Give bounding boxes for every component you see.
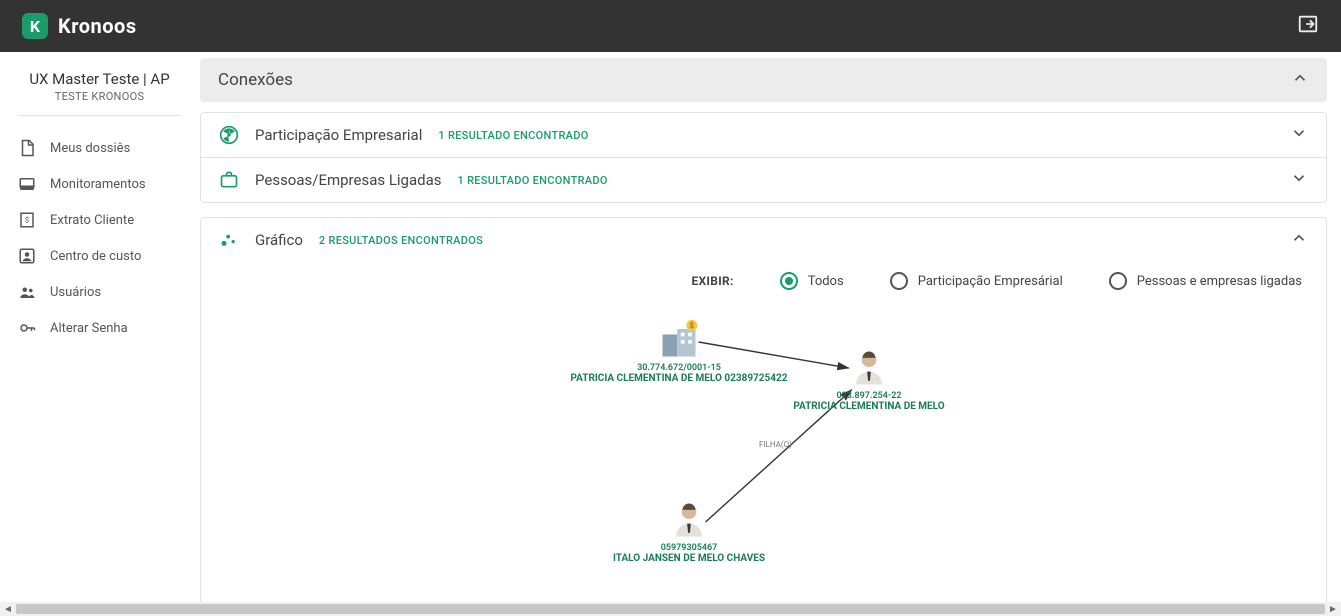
sidebar-item-0[interactable]: Meus dossiês [18,130,181,166]
graph-node-company[interactable]: $ 30.774.672/0001-15 PATRICIA CLEMENTINA… [559,318,799,384]
filter-radio-1[interactable]: Participação Empresárial [890,272,1063,290]
chevron-up-icon [1291,69,1309,91]
panel-header[interactable]: Conexões [200,58,1327,102]
sidebar-item-3[interactable]: Centro de custo [18,238,181,274]
account-icon [18,247,36,265]
horizontal-scrollbar[interactable]: ◄ ► [0,602,1341,616]
card-grafico-header[interactable]: Gráfico 2 RESULTADOS ENCONTRADOS [201,218,1326,262]
users-icon [18,283,36,301]
brand-logo-icon: K [22,13,48,39]
svg-text:$: $ [690,321,694,330]
node-id: 023.897.254-22 [779,392,959,401]
sidebar-item-label: Alterar Senha [50,321,128,336]
receipt-icon: $ [18,211,36,229]
node-name: ITALO JANSEN DE MELO CHAVES [599,553,779,564]
sidebar-item-4[interactable]: Usuários [18,274,181,310]
card-title: Participação Empresarial [255,126,422,144]
person-icon [667,498,711,542]
workspace-subtitle: TESTE KRONOOS [18,90,181,103]
person-icon [847,346,891,390]
node-name: PATRICIA CLEMENTINA DE MELO [779,401,959,412]
radio-icon [780,272,798,290]
file-icon [18,139,36,157]
scrollbar-thumb[interactable] [16,604,1325,614]
radio-icon [890,272,908,290]
sidebar-item-label: Extrato Cliente [50,213,134,228]
graph-node-person-primary[interactable]: 023.897.254-22 PATRICIA CLEMENTINA DE ME… [779,346,959,412]
edge-label: FILHA(O) [759,440,792,449]
svg-text:$: $ [25,215,29,224]
panel-title: Conexões [218,70,293,90]
card-subtitle: 1 RESULTADO ENCONTRADO [438,129,588,142]
node-name: PATRICIA CLEMENTINA DE MELO 02389725422 [559,373,799,384]
sidebar: UX Master Teste | AP TESTE KRONOOS Meus … [0,52,192,602]
card-subtitle: 1 RESULTADO ENCONTRADO [457,174,607,187]
scatter-icon [219,230,239,250]
monitor-icon [18,175,36,193]
radiation-icon [219,125,239,145]
sidebar-item-2[interactable]: $ Extrato Cliente [18,202,181,238]
workspace-title: UX Master Teste | AP [18,70,181,88]
sidebar-divider [18,115,181,116]
chevron-up-icon [1290,229,1308,251]
top-bar: K Kronoos [0,0,1341,52]
sidebar-item-label: Meus dossiês [50,141,130,156]
brand-name: Kronoos [58,14,137,38]
graph-node-person-secondary[interactable]: 05979305467 ITALO JANSEN DE MELO CHAVES [599,498,779,564]
card-title: Gráfico [255,231,303,249]
building-icon: $ [657,318,701,362]
scroll-left-button[interactable]: ◄ [0,602,16,616]
radio-icon [1109,272,1127,290]
filter-label-text: Pessoas e empresas ligadas [1137,274,1302,289]
filter-label-text: Todos [808,274,844,289]
sidebar-item-label: Centro de custo [50,249,141,264]
key-icon [18,319,36,337]
sidebar-item-label: Usuários [50,285,101,300]
card-grafico: Gráfico 2 RESULTADOS ENCONTRADOS EXIBIR:… [200,217,1327,602]
exit-icon[interactable] [1297,13,1319,39]
card-title: Pessoas/Empresas Ligadas [255,171,441,189]
scroll-right-button[interactable]: ► [1325,602,1341,616]
graph-canvas[interactable]: FILHA(O) $ 30.774.672/0001-15 PATRICIA [219,298,1308,598]
sidebar-item-label: Monitoramentos [50,177,146,192]
briefcase-icon [219,170,239,190]
card-subtitle: 2 RESULTADOS ENCONTRADOS [319,234,483,247]
sidebar-item-5[interactable]: Alterar Senha [18,310,181,346]
card-participacao[interactable]: Participação Empresarial 1 RESULTADO ENC… [200,112,1327,158]
chevron-down-icon [1290,124,1308,146]
filter-radio-0[interactable]: Todos [780,272,844,290]
filter-label-text: Participação Empresárial [918,274,1063,289]
filter-label: EXIBIR: [691,274,733,288]
filter-radio-2[interactable]: Pessoas e empresas ligadas [1109,272,1302,290]
sidebar-item-1[interactable]: Monitoramentos [18,166,181,202]
scrollbar-track[interactable] [16,602,1325,616]
chevron-down-icon [1290,169,1308,191]
card-pessoas-empresas[interactable]: Pessoas/Empresas Ligadas 1 RESULTADO ENC… [200,158,1327,203]
node-id: 30.774.672/0001-15 [559,364,799,373]
graph-filters: EXIBIR: Todos Participação Empresárial Pes… [201,262,1326,298]
node-id: 05979305467 [599,544,779,553]
main-content: Conexões Participação Empresarial 1 RESU… [192,52,1341,602]
brand: K Kronoos [22,13,137,39]
